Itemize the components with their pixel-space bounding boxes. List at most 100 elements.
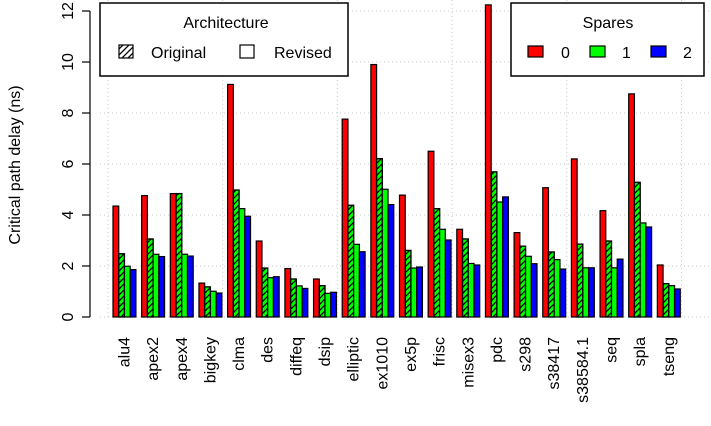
bar-ex1010-series-3 bbox=[387, 203, 395, 318]
bar-ex5p-series-3 bbox=[416, 266, 424, 318]
bar-ex1010-series-0 bbox=[370, 63, 378, 318]
legend-label-revised: Revised bbox=[274, 45, 332, 62]
x-tick-label: frisc bbox=[432, 337, 449, 366]
bar-apex2-series-0 bbox=[141, 195, 148, 318]
bar-clma-series-2 bbox=[238, 208, 246, 318]
bar-misex3-series-3 bbox=[473, 264, 481, 318]
x-tick-label: s38417 bbox=[546, 337, 563, 390]
bar-hatch-apex4 bbox=[175, 192, 183, 318]
bar-elliptic-series-0 bbox=[341, 118, 349, 318]
legend-swatch-0 bbox=[527, 45, 544, 58]
y-tick-label: 4 bbox=[60, 210, 77, 219]
bar-hatch-s38417 bbox=[547, 251, 555, 318]
x-tick-label: ex1010 bbox=[374, 337, 391, 390]
bar-hatch-elliptic bbox=[347, 204, 355, 318]
bar-hatch-tseng bbox=[662, 282, 670, 318]
bar-des-series-2 bbox=[267, 277, 275, 318]
y-tick-label: 8 bbox=[60, 108, 77, 117]
y-tick-label: 10 bbox=[60, 53, 77, 71]
bar-bigkey-series-0 bbox=[198, 282, 206, 318]
bar-seq-series-2 bbox=[610, 267, 618, 318]
legend-label-original: Original bbox=[151, 45, 206, 62]
x-tick-label: s298 bbox=[518, 337, 535, 372]
legend-swatch-2 bbox=[650, 45, 667, 58]
bar-hatch-clma bbox=[232, 189, 240, 318]
y-axis-label: Critical path delay (ns) bbox=[7, 85, 24, 244]
bar-hatch-s38584.1 bbox=[576, 243, 584, 318]
bar-s38417-series-0 bbox=[542, 187, 550, 318]
bar-s298-series-0 bbox=[513, 231, 521, 318]
bar-hatch-ex1010 bbox=[375, 158, 383, 318]
legend-label-0: 0 bbox=[561, 45, 570, 62]
bar-hatch-ex5p bbox=[404, 249, 412, 318]
bar-dsip-series-3 bbox=[330, 291, 338, 318]
y-axis: 0 2 4 6 8 10 12 bbox=[60, 2, 91, 321]
x-tick-label: bigkey bbox=[202, 337, 219, 383]
legend-swatch-revised bbox=[239, 44, 255, 59]
bar-elliptic-series-3 bbox=[358, 251, 366, 318]
bar-hatch-misex3 bbox=[461, 238, 469, 318]
bar-spla-series-2 bbox=[639, 222, 647, 318]
bar-ex1010-series-2 bbox=[381, 188, 389, 318]
x-tick-label: dsip bbox=[317, 337, 334, 366]
bar-hatch-seq bbox=[605, 240, 613, 318]
bar-ex5p-series-2 bbox=[410, 267, 418, 318]
x-tick-label: seq bbox=[604, 337, 621, 363]
bar-frisc-series-2 bbox=[439, 228, 446, 318]
bar-ex5p-series-0 bbox=[398, 194, 406, 318]
bar-alu4-series-3 bbox=[129, 268, 137, 318]
x-tick-label: pdc bbox=[489, 337, 506, 363]
bar-hatch-s298 bbox=[519, 245, 527, 318]
bar-apex4-series-3 bbox=[186, 255, 194, 318]
legend-label-1: 1 bbox=[622, 45, 631, 62]
bar-s298-series-2 bbox=[524, 255, 532, 318]
bar-s38584.1-series-2 bbox=[582, 267, 590, 318]
bar-s38584.1-series-3 bbox=[587, 267, 595, 318]
bar-dsip-series-2 bbox=[324, 292, 332, 318]
bar-hatch-apex2 bbox=[146, 238, 154, 318]
bar-pdc-series-0 bbox=[484, 4, 492, 318]
bar-frisc-series-3 bbox=[444, 239, 452, 318]
bar-hatch-frisc bbox=[433, 208, 441, 318]
bar-pdc-series-2 bbox=[496, 201, 504, 318]
x-tick-label: alu4 bbox=[116, 337, 133, 367]
bar-misex3-series-2 bbox=[467, 262, 475, 318]
bar-tseng-series-0 bbox=[656, 264, 664, 318]
legend-spares-title: Spares bbox=[583, 15, 634, 32]
legend-architecture: Architecture Original Revised bbox=[99, 2, 349, 77]
bar-frisc-series-0 bbox=[427, 150, 435, 318]
y-tick-label: 0 bbox=[60, 312, 77, 321]
x-tick-label: s38584.1 bbox=[575, 337, 592, 403]
x-tick-label: spla bbox=[632, 337, 649, 366]
bar-s38584.1-series-0 bbox=[570, 158, 578, 318]
bar-des-series-0 bbox=[255, 240, 263, 318]
bar-spla-series-0 bbox=[628, 93, 636, 318]
bar-diffeq-series-0 bbox=[284, 267, 292, 318]
bar-apex4-series-2 bbox=[181, 253, 189, 318]
x-tick-label: apex4 bbox=[174, 337, 191, 381]
bar-des-series-3 bbox=[272, 276, 280, 318]
bar-apex4-series-0 bbox=[169, 192, 177, 318]
bar-s38417-series-2 bbox=[553, 259, 561, 318]
bar-hatch-diffeq bbox=[290, 278, 297, 318]
bar-seq-series-3 bbox=[616, 258, 624, 318]
bar-pdc-series-3 bbox=[502, 196, 509, 318]
bar-apex2-series-2 bbox=[152, 253, 160, 318]
bar-seq-series-0 bbox=[599, 210, 607, 318]
x-axis-labels: alu4 apex2 apex4 bigkey clma des diffeq dsip ell… bbox=[116, 337, 677, 403]
y-tick-label: 6 bbox=[60, 159, 77, 168]
x-tick-label: des bbox=[260, 337, 277, 363]
bar-hatch-spla bbox=[633, 181, 641, 318]
x-tick-label: diffeq bbox=[288, 337, 305, 376]
x-tick-label: clma bbox=[231, 337, 248, 371]
bar-hatch-alu4 bbox=[118, 253, 126, 318]
bar-hatch-dsip bbox=[318, 285, 326, 318]
bar-hatch-pdc bbox=[490, 171, 498, 318]
bar-diffeq-series-3 bbox=[301, 287, 309, 318]
y-tick-label: 2 bbox=[60, 261, 77, 270]
bar-tseng-series-3 bbox=[673, 288, 681, 318]
bar-alu4-series-0 bbox=[112, 205, 120, 318]
bar-tseng-series-2 bbox=[668, 285, 676, 318]
bar-alu4-series-2 bbox=[123, 265, 131, 318]
bar-bigkey-series-2 bbox=[209, 290, 217, 318]
